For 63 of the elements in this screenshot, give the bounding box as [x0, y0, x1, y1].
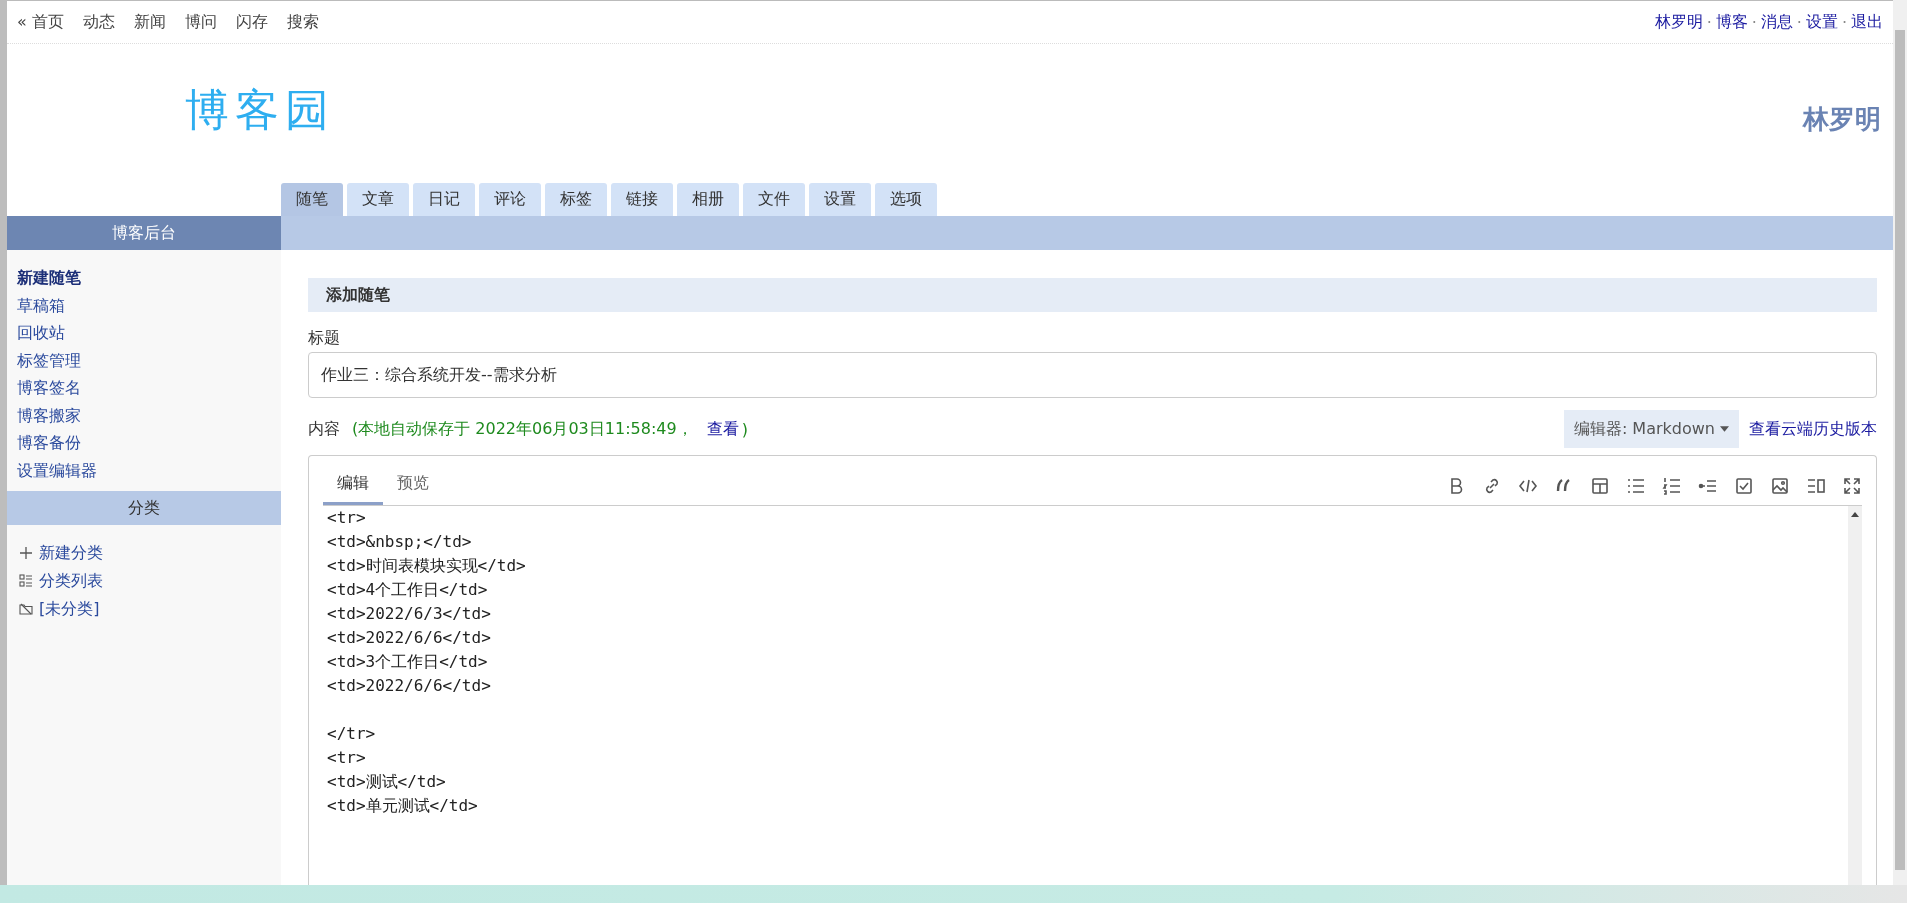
separator-dot: ·	[1706, 12, 1712, 32]
editor-tab[interactable]: 预览	[383, 473, 443, 505]
tab[interactable]: 文件	[743, 183, 805, 216]
nav-link[interactable]: 博问	[184, 11, 217, 33]
tab[interactable]: 评论	[479, 183, 541, 216]
sidebar-link[interactable]: 博客搬家	[17, 401, 81, 429]
tab[interactable]: 文章	[347, 183, 409, 216]
tab[interactable]: 随笔	[281, 183, 343, 216]
nav-link[interactable]: 动态	[82, 11, 115, 33]
tab[interactable]: 选项	[875, 183, 937, 216]
autosave-note-end: )	[741, 419, 748, 439]
sidebar-link[interactable]: 博客备份	[17, 429, 81, 457]
category-link[interactable]: 分类列表	[39, 570, 103, 592]
separator-dot: ·	[1841, 12, 1847, 32]
history-link[interactable]: 查看云端历史版本	[1749, 418, 1877, 440]
title-field[interactable]: 作业三：综合系统开发--需求分析	[308, 352, 1877, 398]
caret-icon	[1720, 426, 1729, 432]
image-icon[interactable]	[1770, 475, 1790, 496]
markdown-editor-field[interactable]: <tr> <td>&nbsp;</td> <td>时间表模块实现</td> <td>4个工作日</td> <td>2022/6/3</td> <td>2022/6/6</td> <td>3个工作日</td> <td>2022/6/6</td> </tr> <tr> <td>测试</td> <td>单元测试</td>	[323, 506, 1848, 885]
tab[interactable]: 链接	[611, 183, 673, 216]
folder-icon	[19, 602, 33, 616]
section-title: 添加随笔	[308, 278, 1877, 312]
autosave-note: (本地自动保存于 2022年06月03日11:58:49，	[352, 418, 693, 440]
list-icon	[19, 574, 33, 588]
scroll-up-arrow-icon[interactable]	[1851, 512, 1859, 517]
category-header: 分类	[7, 491, 281, 525]
sidebar-link[interactable]: 草稿箱	[17, 291, 65, 319]
table-icon[interactable]	[1590, 475, 1610, 496]
tab[interactable]: 相册	[677, 183, 739, 216]
nav-link[interactable]: 搜索	[286, 11, 319, 33]
category-link[interactable]: 新建分类	[39, 542, 103, 564]
user-link[interactable]: 林罗明	[1654, 11, 1703, 33]
sidebar-link[interactable]: 博客签名	[17, 374, 81, 402]
title-label: 标题	[308, 327, 341, 349]
nav-link[interactable]: 闪存	[235, 11, 268, 33]
checkbox-icon[interactable]	[1734, 475, 1754, 496]
nav-link[interactable]: 新闻	[133, 11, 166, 33]
page-scrollbar[interactable]	[1893, 0, 1907, 885]
plus-icon	[19, 546, 33, 560]
separator-dot: ·	[1796, 12, 1802, 32]
user-link[interactable]: 退出	[1851, 11, 1883, 33]
content-label: 内容	[308, 418, 340, 440]
sidebar-link[interactable]: 标签管理	[17, 346, 81, 374]
user-link[interactable]: 消息	[1760, 11, 1793, 33]
sidebar-link[interactable]: 设置编辑器	[17, 456, 97, 484]
blog-owner-name: 林罗明	[1803, 103, 1881, 136]
user-link[interactable]: 博客	[1715, 11, 1748, 33]
fullscreen-icon[interactable]	[1842, 475, 1862, 496]
numbered-list-icon[interactable]	[1662, 475, 1682, 496]
scrollbar[interactable]	[1848, 506, 1862, 885]
tab[interactable]: 日记	[413, 183, 475, 216]
editor-tab[interactable]: 编辑	[323, 473, 383, 505]
user-link[interactable]: 设置	[1805, 11, 1838, 33]
sidebar-link[interactable]: 新建随笔	[17, 264, 81, 292]
tab[interactable]: 标签	[545, 183, 607, 216]
editor-dropdown[interactable]: 编辑器: Markdown	[1563, 410, 1739, 448]
nav-link[interactable]: « 首页	[17, 11, 64, 33]
sidebar-link[interactable]: 回收站	[17, 319, 65, 347]
separator-dot: ·	[1751, 12, 1757, 32]
view-link[interactable]: 查看	[706, 418, 739, 440]
tab[interactable]: 设置	[809, 183, 871, 216]
sidebar-title: 博客后台	[7, 216, 281, 250]
category-link[interactable]: [未分类]	[39, 598, 100, 620]
